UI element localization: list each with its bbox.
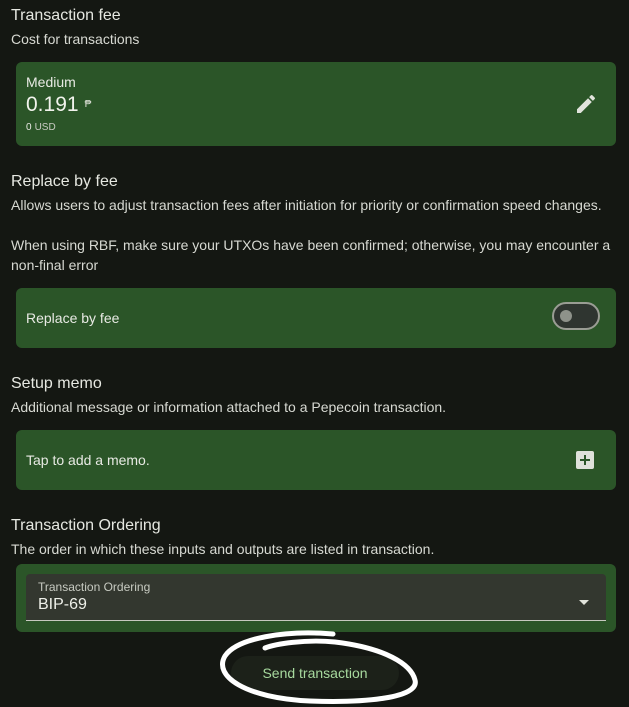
send-transaction-button[interactable]: Send transaction [231,656,399,690]
coin-symbol: ₱ [84,99,92,110]
fee-section-description: Cost for transactions [11,31,140,47]
fee-fiat-currency: USD [34,122,56,133]
fee-level-label: Medium [26,74,76,90]
toggle-knob [560,310,572,322]
rbf-section-title: Replace by fee [11,173,118,190]
rbf-toggle[interactable] [552,302,600,330]
fee-section-title: Transaction fee [11,7,121,24]
fee-amount: 0.191 ₱ [26,93,91,117]
ordering-section-title: Transaction Ordering [11,517,161,534]
dropdown-arrow-icon[interactable] [578,594,590,605]
pencil-icon[interactable] [574,92,598,116]
ordering-select[interactable]: Transaction Ordering BIP-69 [26,574,606,621]
fee-amount-value: 0.191 [26,93,79,116]
ordering-select-value: BIP-69 [38,596,87,613]
memo-section-title: Setup memo [11,375,102,392]
rbf-card: Replace by fee [16,288,616,348]
add-box-icon[interactable] [576,451,594,469]
ordering-select-label: Transaction Ordering [38,580,151,594]
memo-placeholder: Tap to add a memo. [26,452,150,468]
fee-fiat-amount: 0 [26,122,32,133]
ordering-section-description: The order in which these inputs and outp… [11,541,435,557]
rbf-description-1: Allows users to adjust transaction fees … [11,197,602,213]
fee-fiat-value: 0 USD [26,122,56,133]
rbf-toggle-label: Replace by fee [26,310,120,326]
add-memo-button[interactable]: Tap to add a memo. [16,430,616,490]
transaction-settings-page: Transaction fee Cost for transactions Me… [0,0,629,707]
memo-section-description: Additional message or information attach… [11,399,447,415]
ordering-card: Transaction Ordering BIP-69 [16,564,616,632]
fee-card[interactable]: Medium 0.191 ₱ 0 USD [16,62,616,146]
rbf-description-2: When using RBF, make sure your UTXOs hav… [11,237,611,273]
